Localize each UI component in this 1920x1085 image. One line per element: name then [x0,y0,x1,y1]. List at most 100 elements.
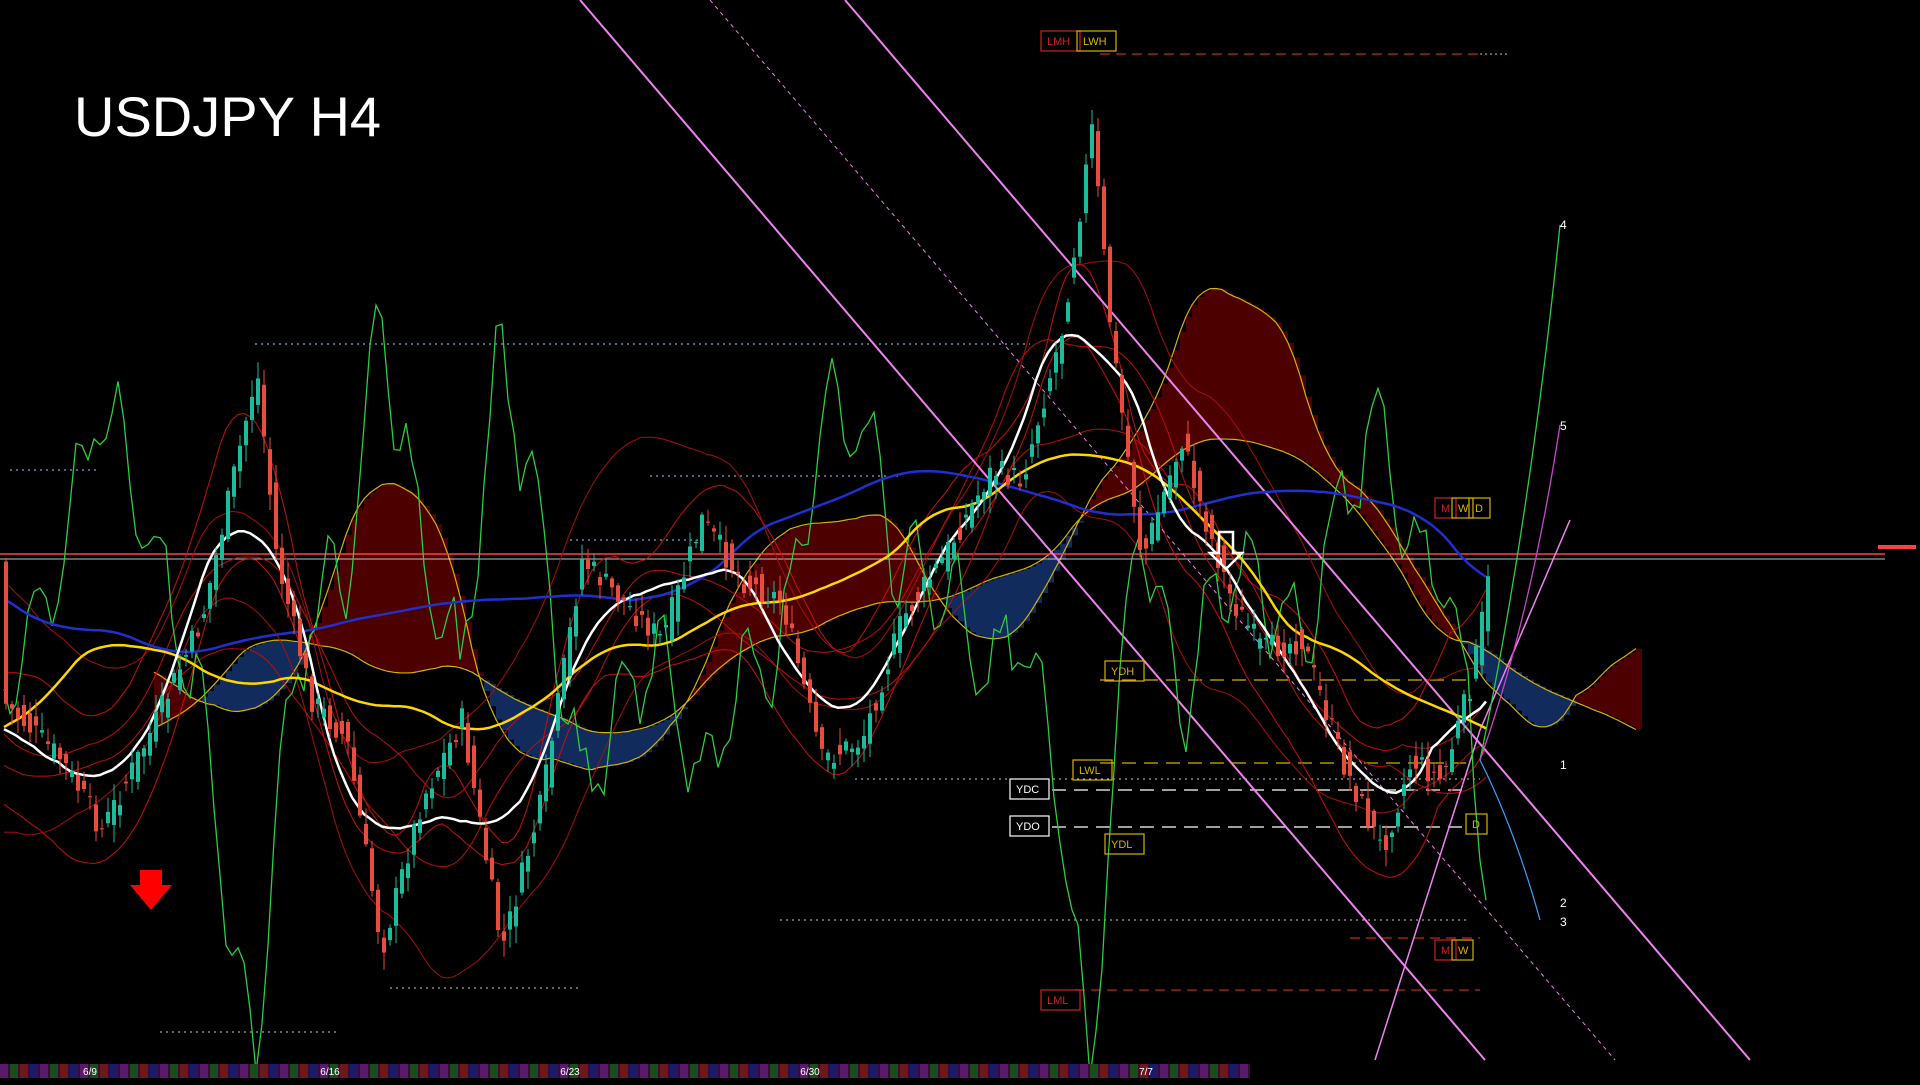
candle-body [1108,246,1112,323]
candle-body [1240,606,1244,610]
candle-body [1444,765,1448,767]
date-axis-cell [540,1064,548,1078]
candle-body [4,561,8,704]
date-axis-cell [1030,1064,1038,1078]
date-axis-cell [390,1064,398,1078]
candle-body [796,638,800,664]
cloud-slice [1528,679,1534,722]
date-axis-cell [30,1064,38,1078]
cloud-slice [592,731,598,770]
candle-body [844,741,848,751]
date-tick-label: 6/16 [320,1067,340,1078]
cloud-slice [1258,308,1264,444]
tag-w: W [1458,503,1469,515]
candle-body [862,735,866,749]
date-axis-cell [840,1064,848,1078]
cloud-slice [1606,670,1612,715]
candle-body [598,577,602,586]
cloud-slice [358,507,364,659]
cloud-slice [1444,615,1450,634]
date-axis-cell [990,1064,998,1078]
candle-body [772,591,776,599]
date-axis-cell [1080,1064,1088,1078]
candle-body [1252,623,1256,629]
date-axis-cell [340,1064,348,1078]
date-axis-cell [860,1064,868,1078]
cloud-slice [1234,296,1240,440]
candle-body [940,557,944,564]
candle-body [1120,375,1124,413]
cloud-slice [1192,304,1198,446]
chart-area[interactable]: LMH LWH M W D YDH LWL YDC YDO YDL D M W LML 4 5 1 2 3 6/9 6… [0,0,1920,1080]
candle-body [904,613,908,627]
candle-body [724,541,728,568]
candle-body [1036,425,1040,444]
candle-body [406,863,410,879]
date-axis-cell [980,1064,988,1078]
candle-body [1174,461,1178,488]
candle-body [220,534,224,560]
cloud-slice [274,640,280,696]
candle-body [340,720,344,734]
candle-body [1018,483,1022,487]
date-axis-cell [140,1064,148,1078]
cloud-slice [268,641,274,701]
candle-body [64,754,68,764]
cloud-slice [1630,652,1636,727]
candle-body [670,597,674,641]
cloud-slice [976,585,982,636]
projection-label: 4 [1560,218,1567,232]
candle-body [196,632,200,637]
cloud-slice [1228,293,1234,440]
cloud-slice [220,677,226,708]
candle-body [238,445,242,472]
date-axis-cell [460,1064,468,1078]
date-axis-cell [350,1064,358,1078]
candle-body [1234,604,1238,616]
candle-body [1378,839,1382,841]
candle-body [754,577,758,585]
candle-body [1078,221,1082,257]
date-axis-cell [1050,1064,1058,1078]
cloud-slice [1522,676,1528,717]
cloud-slice [1552,692,1558,725]
candle-body [634,615,638,627]
date-tick-label: 6/9 [83,1067,97,1078]
date-axis-cell [450,1064,458,1078]
candle-body [928,579,932,588]
date-axis-cell [750,1064,758,1078]
candle-body [808,679,812,703]
cloud-slice [376,488,382,668]
candle-body [436,770,440,777]
candle-body [412,824,416,855]
candle-body [616,585,620,602]
candle-body [1342,747,1346,775]
date-axis-cell [410,1064,418,1078]
cloud-slice [1216,288,1222,440]
date-axis-cell [640,1064,648,1078]
date-axis-cell [1130,1064,1138,1078]
candle-body [544,764,548,802]
date-axis-cell [280,1064,288,1078]
candle-body [226,490,230,539]
cloud-slice [874,514,880,605]
candle-body [1402,784,1406,796]
date-axis-cell [970,1064,978,1078]
cloud-slice [1240,298,1246,441]
cloud-slice [1204,291,1210,441]
candle-body [292,600,296,617]
price-chart[interactable]: LMH LWHM W DYDHLWLYDCYDOYDLDM WLML45123 6/9 6… [0,0,1920,1080]
date-axis-cell [660,1064,668,1078]
tag-ydh: YDH [1111,666,1134,678]
date-axis-cell [830,1064,838,1078]
cloud-slice [988,580,994,639]
cloud-slice [616,732,622,765]
date-axis-cell [240,1064,248,1078]
date-axis-cell [1180,1064,1188,1078]
candle-body [1336,732,1340,739]
candle-body [1426,758,1430,782]
date-axis-cell [270,1064,278,1078]
cloud-slice [1588,687,1594,708]
candle-body [1384,835,1388,851]
candle-body [1114,330,1118,364]
